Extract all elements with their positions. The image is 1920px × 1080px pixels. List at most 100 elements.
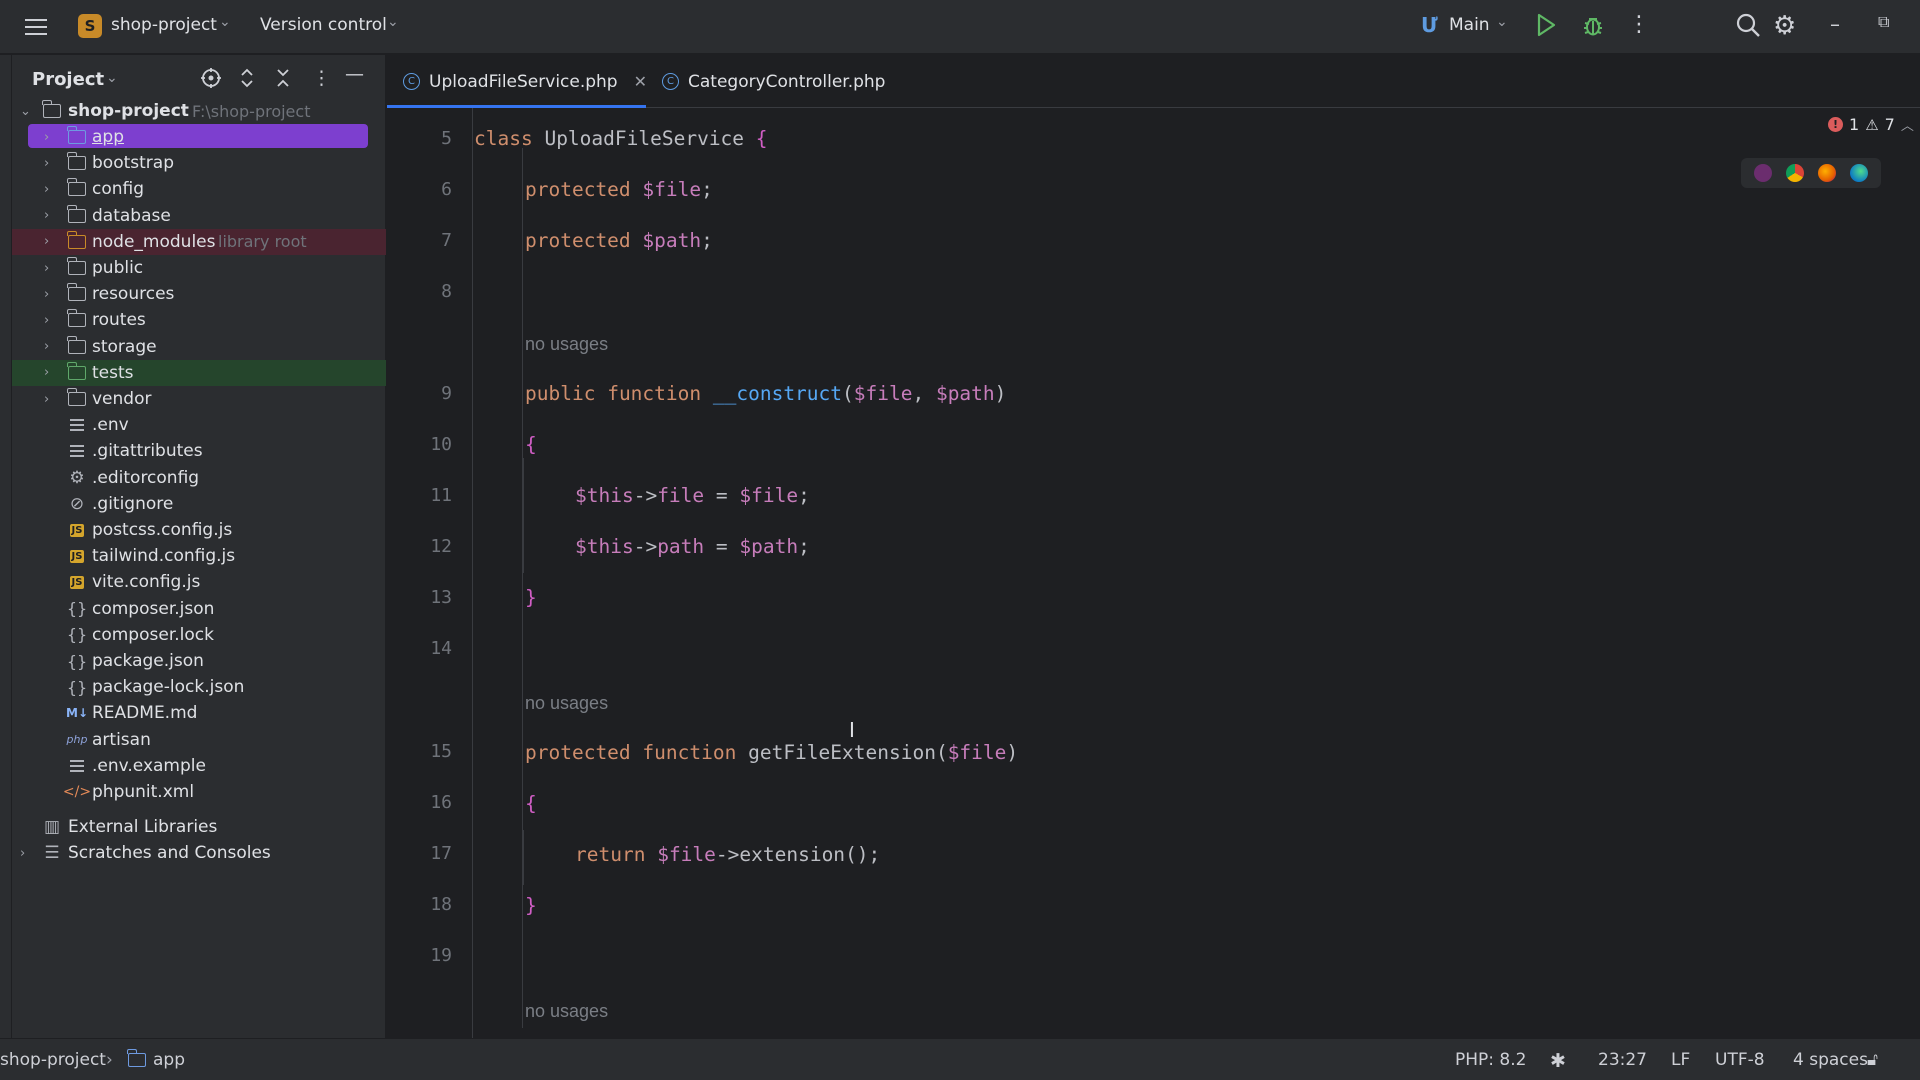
chevron-right-icon[interactable]: › bbox=[44, 261, 49, 276]
project-badge[interactable]: S bbox=[78, 14, 102, 38]
caret-position[interactable]: 23:27 bbox=[1598, 1050, 1647, 1070]
error-count: 1 bbox=[1849, 115, 1860, 134]
punctuation: , bbox=[912, 382, 936, 405]
text-file-icon bbox=[67, 442, 87, 460]
php-version[interactable]: PHP: 8.2 bbox=[1455, 1050, 1526, 1070]
more-vertical-icon[interactable]: ⋮ bbox=[312, 67, 331, 89]
line-number: 13 bbox=[430, 587, 452, 608]
tree-item-scratches[interactable]: › ☰ Scratches and Consoles bbox=[12, 840, 386, 866]
indent-setting[interactable]: 4 spaces bbox=[1793, 1050, 1868, 1070]
tree-root[interactable]: ⌄ shop-project F:\shop-project bbox=[12, 98, 386, 124]
tree-item-composer-json[interactable]: {} composer.json bbox=[12, 596, 386, 622]
tree-item-vite-config-js[interactable]: JS vite.config.js bbox=[12, 569, 386, 595]
line-separator[interactable]: LF bbox=[1671, 1050, 1690, 1070]
hide-panel-icon[interactable]: — bbox=[345, 63, 364, 85]
chrome-icon[interactable] bbox=[1786, 164, 1804, 182]
variable: $path bbox=[935, 382, 995, 405]
edge-icon[interactable] bbox=[1850, 164, 1868, 182]
file-encoding[interactable]: UTF-8 bbox=[1715, 1050, 1765, 1070]
code-line-6: protected $file; bbox=[525, 178, 713, 201]
chevron-right-icon[interactable]: › bbox=[44, 313, 49, 328]
phpstorm-browser-icon[interactable] bbox=[1754, 164, 1772, 182]
tree-item-env[interactable]: .env bbox=[12, 412, 386, 438]
tree-item-gitignore[interactable]: ⊘ .gitignore bbox=[12, 491, 386, 517]
chevron-right-icon[interactable]: › bbox=[44, 156, 49, 171]
tab-category-controller[interactable]: C CategoryController.php bbox=[662, 55, 885, 108]
chevron-right-icon[interactable]: › bbox=[20, 846, 25, 861]
tree-item-resources[interactable]: › resources bbox=[12, 281, 386, 307]
run-icon[interactable] bbox=[1535, 12, 1557, 38]
version-control-menu[interactable]: Version control bbox=[260, 15, 387, 35]
settings-icon[interactable]: ⚙ bbox=[1773, 11, 1796, 41]
chevron-right-icon[interactable]: › bbox=[44, 339, 49, 354]
bug-icon[interactable]: ✱ bbox=[1550, 1050, 1566, 1072]
breadcrumb-folder[interactable]: app bbox=[153, 1050, 185, 1070]
search-icon[interactable] bbox=[1735, 12, 1761, 38]
chevron-right-icon[interactable]: › bbox=[44, 130, 49, 145]
usages-hint[interactable]: no usages bbox=[525, 334, 608, 355]
tree-item-external-libraries[interactable]: ▥ External Libraries bbox=[12, 814, 386, 840]
project-name[interactable]: shop-project bbox=[111, 15, 217, 35]
chevron-down-icon[interactable]: ⌄ bbox=[106, 70, 118, 86]
chevron-up-icon[interactable]: ︿ bbox=[1901, 115, 1914, 134]
close-icon[interactable]: ✕ bbox=[634, 72, 647, 91]
tree-item-routes[interactable]: › routes bbox=[12, 307, 386, 333]
chevron-right-icon[interactable]: › bbox=[44, 365, 49, 380]
json-file-icon: {} bbox=[66, 651, 88, 671]
chevron-right-icon[interactable]: › bbox=[44, 182, 49, 197]
tree-item-app[interactable]: › app bbox=[12, 124, 386, 150]
usages-hint[interactable]: no usages bbox=[525, 693, 608, 714]
tree-item-readme-md[interactable]: M↓ README.md bbox=[12, 700, 386, 726]
chevron-down-icon[interactable]: ⌄ bbox=[219, 14, 231, 30]
tree-item-package-lock-json[interactable]: {} package-lock.json bbox=[12, 674, 386, 700]
branch-selector[interactable]: Main bbox=[1449, 15, 1490, 35]
tree-item-node-modules[interactable]: › node_modules library root bbox=[12, 228, 386, 255]
tree-item-vendor[interactable]: › vendor bbox=[12, 386, 386, 412]
project-panel-title[interactable]: Project bbox=[32, 69, 104, 90]
locate-icon[interactable] bbox=[200, 67, 222, 94]
hamburger-icon[interactable] bbox=[22, 13, 50, 41]
tree-item-database[interactable]: › database bbox=[12, 203, 386, 229]
branch-icon[interactable]: Ư bbox=[1421, 13, 1438, 37]
method-call: extension bbox=[739, 843, 846, 866]
tree-item-tests[interactable]: › tests bbox=[12, 359, 386, 386]
tree-item-label: .gitignore bbox=[92, 493, 174, 514]
chevron-down-icon[interactable]: ⌄ bbox=[20, 104, 31, 119]
tree-item-public[interactable]: › public bbox=[12, 255, 386, 281]
line-number-gutter: 5 6 7 8 9 10 11 12 13 14 15 16 17 18 19 bbox=[387, 108, 473, 1038]
tree-item-storage[interactable]: › storage bbox=[12, 334, 386, 360]
chevron-right-icon[interactable]: › bbox=[44, 208, 49, 223]
restore-icon[interactable]: ⧉ bbox=[1878, 12, 1889, 32]
lock-icon[interactable]: 🔓︎ bbox=[1867, 1050, 1878, 1070]
chevron-down-icon[interactable]: ⌄ bbox=[387, 14, 399, 30]
tree-item-editorconfig[interactable]: ⚙ .editorconfig bbox=[12, 465, 386, 491]
code-editor[interactable]: class UploadFileService { protected $fil… bbox=[474, 108, 1920, 1038]
tree-item-gitattributes[interactable]: .gitattributes bbox=[12, 438, 386, 464]
tree-item-config[interactable]: › config bbox=[12, 176, 386, 202]
chevron-right-icon[interactable]: › bbox=[44, 392, 49, 407]
tree-item-postcss-config-js[interactable]: JS postcss.config.js bbox=[12, 517, 386, 543]
inspection-widget[interactable]: ! 1 ⚠ 7 ︿ bbox=[1828, 115, 1914, 134]
debug-icon[interactable] bbox=[1581, 12, 1605, 38]
tree-item-artisan[interactable]: php artisan bbox=[12, 727, 386, 753]
breadcrumb-project[interactable]: shop-project bbox=[0, 1050, 106, 1070]
chevron-down-icon[interactable]: ⌄ bbox=[1496, 14, 1508, 30]
tree-item-composer-lock[interactable]: {} composer.lock bbox=[12, 622, 386, 648]
tree-item-package-json[interactable]: {} package.json bbox=[12, 648, 386, 674]
tab-upload-file-service[interactable]: C UploadFileService.php ✕ bbox=[403, 55, 647, 108]
tree-item-tailwind-config-js[interactable]: JS tailwind.config.js bbox=[12, 543, 386, 569]
variable: $file bbox=[739, 484, 799, 507]
more-vertical-icon[interactable]: ⋮ bbox=[1628, 12, 1650, 37]
tree-item-phpunit-xml[interactable]: </> phpunit.xml bbox=[12, 779, 386, 805]
firefox-icon[interactable] bbox=[1818, 164, 1836, 182]
usages-hint[interactable]: no usages bbox=[525, 1001, 608, 1022]
collapse-all-icon[interactable] bbox=[274, 67, 292, 94]
code-line-10: { bbox=[525, 433, 537, 456]
chevron-right-icon[interactable]: › bbox=[44, 287, 49, 302]
tree-item-bootstrap[interactable]: › bootstrap bbox=[12, 150, 386, 176]
minimize-icon[interactable]: – bbox=[1830, 12, 1840, 36]
expand-all-icon[interactable] bbox=[238, 67, 256, 94]
chevron-right-icon[interactable]: › bbox=[44, 234, 49, 249]
tree-item-env-example[interactable]: .env.example bbox=[12, 753, 386, 779]
tree-item-label: tests bbox=[92, 362, 134, 383]
